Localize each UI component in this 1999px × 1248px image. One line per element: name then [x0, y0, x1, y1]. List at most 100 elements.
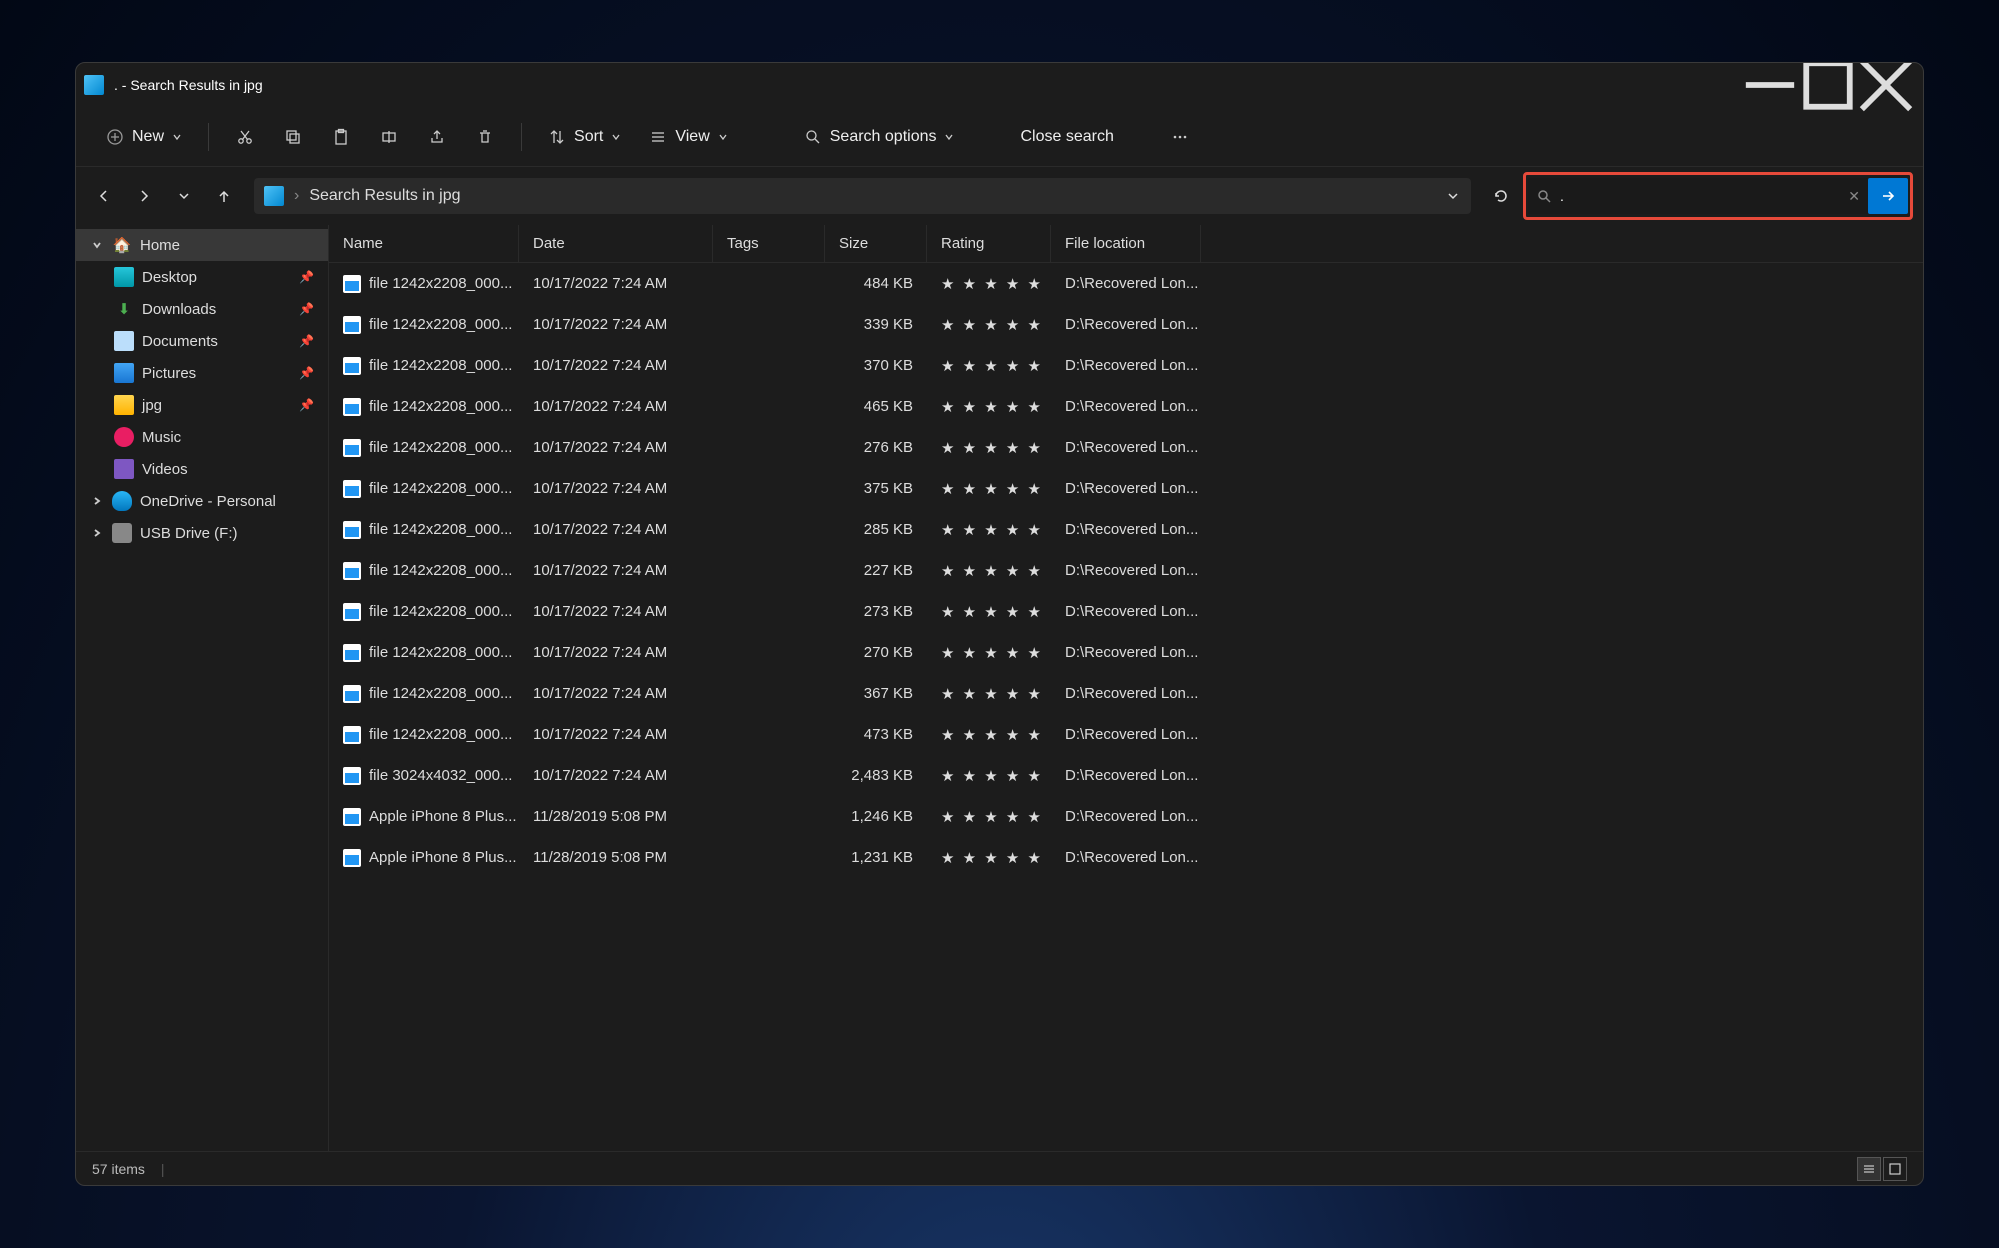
file-location: D:\Recovered Lon... [1051, 357, 1201, 374]
file-icon [343, 521, 361, 539]
table-row[interactable]: file 1242x2208_000...10/17/2022 7:24 AM3… [329, 468, 1923, 509]
file-rating: ★ ★ ★ ★ ★ [927, 275, 1051, 293]
file-rating: ★ ★ ★ ★ ★ [927, 439, 1051, 457]
status-bar: 57 items | [76, 1151, 1923, 1185]
sidebar-item-desktop[interactable]: Desktop 📌 [76, 261, 328, 293]
grid-view-button[interactable] [1883, 1157, 1907, 1181]
file-rating: ★ ★ ★ ★ ★ [927, 521, 1051, 539]
column-rating[interactable]: Rating [927, 225, 1051, 262]
home-icon: 🏠 [112, 235, 132, 255]
column-name[interactable]: Name [329, 225, 519, 262]
recent-button[interactable] [166, 178, 202, 214]
file-date: 10/17/2022 7:24 AM [519, 357, 713, 374]
sort-label: Sort [574, 128, 603, 146]
close-search-button[interactable]: Close search [1010, 122, 1123, 152]
up-button[interactable] [206, 178, 242, 214]
sidebar-item-videos[interactable]: Videos [76, 453, 328, 485]
clear-search-button[interactable]: ✕ [1848, 188, 1860, 205]
chevron-down-icon [92, 240, 102, 250]
table-row[interactable]: Apple iPhone 8 Plus...11/28/2019 5:08 PM… [329, 837, 1923, 878]
sidebar-item-downloads[interactable]: ⬇ Downloads 📌 [76, 293, 328, 325]
address-bar[interactable]: › Search Results in jpg [254, 178, 1471, 214]
file-icon [343, 808, 361, 826]
table-row[interactable]: file 1242x2208_000...10/17/2022 7:24 AM2… [329, 427, 1923, 468]
table-row[interactable]: Apple iPhone 8 Plus...11/28/2019 5:08 PM… [329, 796, 1923, 837]
file-name: file 1242x2208_000... [369, 562, 512, 579]
sidebar-label: Downloads [142, 301, 216, 318]
delete-button[interactable] [465, 122, 505, 152]
table-row[interactable]: file 3024x4032_000...10/17/2022 7:24 AM2… [329, 755, 1923, 796]
file-icon [343, 398, 361, 416]
table-row[interactable]: file 1242x2208_000...10/17/2022 7:24 AM3… [329, 345, 1923, 386]
file-location: D:\Recovered Lon... [1051, 562, 1201, 579]
file-size: 484 KB [825, 275, 927, 292]
file-icon [343, 480, 361, 498]
file-rating: ★ ★ ★ ★ ★ [927, 357, 1051, 375]
sidebar-label: Videos [142, 461, 188, 478]
folder-icon [264, 186, 284, 206]
maximize-button[interactable] [1799, 63, 1857, 107]
sidebar-item-home[interactable]: 🏠 Home [76, 229, 328, 261]
cut-button[interactable] [225, 122, 265, 152]
search-box[interactable]: ✕ [1528, 178, 1868, 214]
breadcrumb[interactable]: Search Results in jpg [309, 187, 460, 205]
file-rating: ★ ★ ★ ★ ★ [927, 685, 1051, 703]
file-location: D:\Recovered Lon... [1051, 603, 1201, 620]
file-name: file 1242x2208_000... [369, 644, 512, 661]
file-rating: ★ ★ ★ ★ ★ [927, 480, 1051, 498]
table-row[interactable]: file 1242x2208_000...10/17/2022 7:24 AM3… [329, 304, 1923, 345]
file-location: D:\Recovered Lon... [1051, 726, 1201, 743]
sidebar-item-usb[interactable]: USB Drive (F:) [76, 517, 328, 549]
search-input[interactable] [1560, 188, 1840, 204]
share-button[interactable] [417, 122, 457, 152]
table-row[interactable]: file 1242x2208_000...10/17/2022 7:24 AM2… [329, 509, 1923, 550]
table-row[interactable]: file 1242x2208_000...10/17/2022 7:24 AM4… [329, 263, 1923, 304]
file-icon [343, 603, 361, 621]
file-name: file 1242x2208_000... [369, 685, 512, 702]
table-row[interactable]: file 1242x2208_000...10/17/2022 7:24 AM2… [329, 591, 1923, 632]
titlebar: . - Search Results in jpg [76, 63, 1923, 107]
column-tags[interactable]: Tags [713, 225, 825, 262]
copy-button[interactable] [273, 122, 313, 152]
search-options-button[interactable]: Search options [794, 122, 965, 152]
minimize-button[interactable] [1741, 63, 1799, 107]
more-button[interactable] [1160, 122, 1200, 152]
back-button[interactable] [86, 178, 122, 214]
sidebar-label: jpg [142, 397, 162, 414]
forward-button[interactable] [126, 178, 162, 214]
chevron-down-icon[interactable] [1445, 188, 1461, 204]
column-size[interactable]: Size [825, 225, 927, 262]
sidebar-item-jpg[interactable]: jpg 📌 [76, 389, 328, 421]
new-button[interactable]: New [96, 122, 192, 152]
column-date[interactable]: Date [519, 225, 713, 262]
usb-icon [112, 523, 132, 543]
file-date: 10/17/2022 7:24 AM [519, 316, 713, 333]
file-icon [343, 357, 361, 375]
sidebar-item-pictures[interactable]: Pictures 📌 [76, 357, 328, 389]
list-view-button[interactable] [1857, 1157, 1881, 1181]
file-name: file 1242x2208_000... [369, 726, 512, 743]
sidebar-item-onedrive[interactable]: OneDrive - Personal [76, 485, 328, 517]
sidebar-item-documents[interactable]: Documents 📌 [76, 325, 328, 357]
view-button[interactable]: View [639, 122, 737, 152]
table-row[interactable]: file 1242x2208_000...10/17/2022 7:24 AM2… [329, 550, 1923, 591]
refresh-button[interactable] [1483, 178, 1519, 214]
paste-button[interactable] [321, 122, 361, 152]
table-row[interactable]: file 1242x2208_000...10/17/2022 7:24 AM4… [329, 714, 1923, 755]
pin-icon: 📌 [299, 270, 314, 284]
file-name: file 3024x4032_000... [369, 767, 512, 784]
sidebar-item-music[interactable]: Music [76, 421, 328, 453]
file-date: 10/17/2022 7:24 AM [519, 398, 713, 415]
table-row[interactable]: file 1242x2208_000...10/17/2022 7:24 AM2… [329, 632, 1923, 673]
close-button[interactable] [1857, 63, 1915, 107]
column-location[interactable]: File location [1051, 225, 1201, 262]
table-row[interactable]: file 1242x2208_000...10/17/2022 7:24 AM4… [329, 386, 1923, 427]
table-row[interactable]: file 1242x2208_000...10/17/2022 7:24 AM3… [329, 673, 1923, 714]
sort-button[interactable]: Sort [538, 122, 631, 152]
search-go-button[interactable] [1868, 178, 1908, 214]
file-icon [343, 316, 361, 334]
file-icon [343, 439, 361, 457]
file-icon [343, 849, 361, 867]
file-location: D:\Recovered Lon... [1051, 398, 1201, 415]
rename-button[interactable] [369, 122, 409, 152]
